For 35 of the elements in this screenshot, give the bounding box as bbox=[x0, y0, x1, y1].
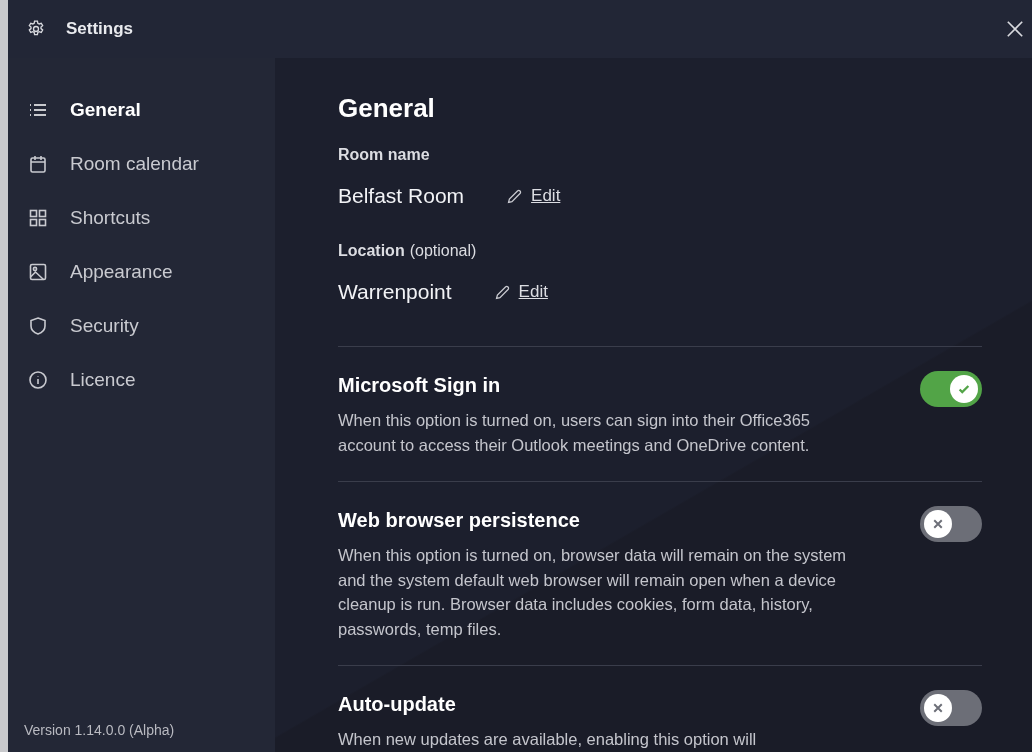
option-description: When new updates are available, enabling this option will bbox=[338, 729, 758, 750]
field-label: Location bbox=[338, 241, 405, 261]
pencil-icon bbox=[493, 283, 511, 301]
field-value: Warrenpoint bbox=[338, 280, 452, 304]
info-icon bbox=[28, 370, 48, 390]
image-icon bbox=[28, 262, 48, 282]
option-title: Web browser persistence bbox=[338, 508, 581, 533]
field-value: Belfast Room bbox=[338, 184, 465, 208]
option-description: When this option is turned on, browser data will remain on the system and the system default web browser will remain open when a device cleanup is run. Browser data includes cookies, form data, history, passwords, temp files. bbox=[338, 545, 848, 640]
edit-link[interactable]: Edit bbox=[493, 282, 548, 302]
toggle-switch[interactable] bbox=[920, 690, 982, 726]
calendar-icon bbox=[28, 154, 48, 174]
option-description: When this option is turned on, users can sign into their Office365 account to access their Outlook meetings and OneDrive content. bbox=[338, 410, 812, 456]
page-heading: General bbox=[338, 92, 436, 125]
option-title: Microsoft Sign in bbox=[338, 373, 502, 398]
option-title: Auto-update bbox=[338, 692, 457, 717]
check-icon bbox=[957, 382, 971, 396]
pencil-icon bbox=[506, 187, 524, 205]
sidebar-item[interactable]: Room calendar bbox=[8, 137, 275, 191]
close-icon[interactable] bbox=[1006, 20, 1024, 38]
grid-icon bbox=[28, 208, 48, 228]
edit-link[interactable]: Edit bbox=[506, 186, 561, 206]
toggle-switch[interactable] bbox=[920, 506, 982, 542]
x-icon bbox=[932, 518, 944, 530]
shield-icon bbox=[28, 316, 48, 336]
version-text: Version 1.14.0.0 (Alpha) bbox=[23, 722, 176, 738]
field-label: Room name bbox=[338, 145, 430, 165]
toggle-switch[interactable] bbox=[920, 371, 982, 407]
sidebar-item[interactable]: Shortcuts bbox=[8, 191, 275, 245]
sidebar-item[interactable]: Security bbox=[8, 299, 275, 353]
sidebar-item[interactable]: Licence bbox=[8, 353, 275, 407]
x-icon bbox=[932, 702, 944, 714]
sidebar-item[interactable]: Appearance bbox=[8, 245, 275, 299]
window-title: Settings bbox=[66, 19, 135, 39]
field-note: (optional) bbox=[409, 241, 477, 261]
